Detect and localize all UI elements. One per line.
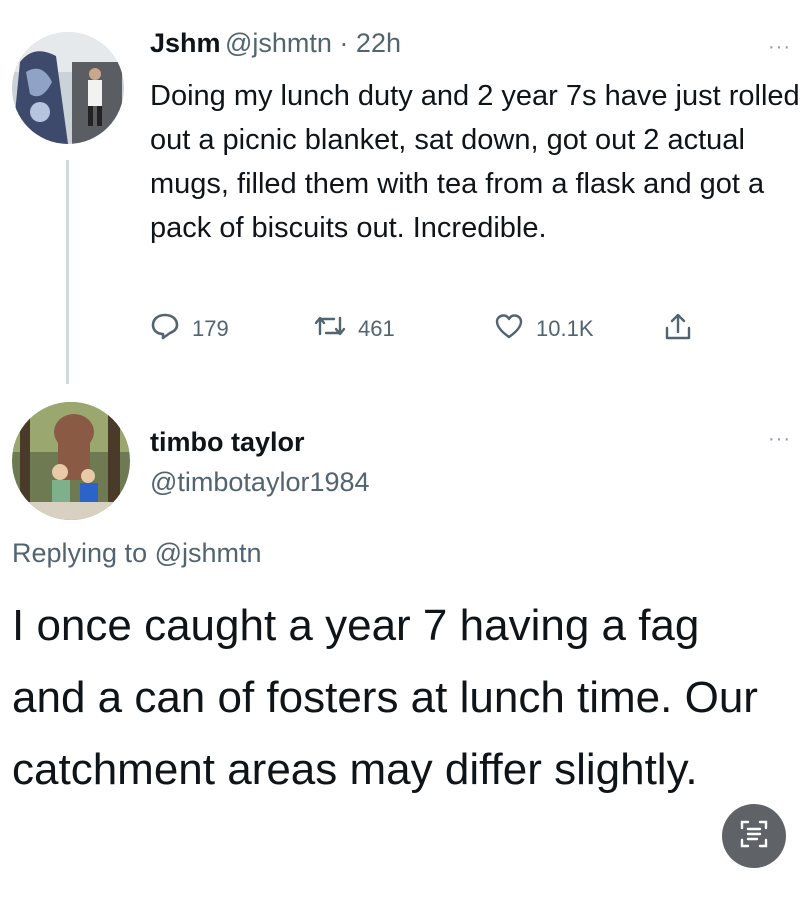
retweet-icon: [314, 312, 346, 346]
reply-author: timbo taylor @timbotaylor1984: [150, 422, 370, 502]
author-name[interactable]: Jshm: [150, 28, 221, 58]
reply-author-handle[interactable]: @timbotaylor1984: [150, 462, 370, 502]
replying-to-handle[interactable]: @jshmtn: [155, 538, 262, 568]
like-count: 10.1K: [536, 316, 594, 341]
avatar-jshm[interactable]: [12, 32, 124, 144]
share-button[interactable]: [662, 312, 694, 348]
reader-mode-button[interactable]: [722, 804, 786, 868]
avatar-timbo[interactable]: [12, 402, 130, 520]
replying-to: Replying to @jshmtn: [12, 538, 262, 569]
heart-icon: [494, 312, 524, 346]
replying-to-label: Replying to: [12, 538, 155, 568]
retweet-count: 461: [358, 316, 395, 341]
tweet-text: Doing my lunch duty and 2 year 7s have j…: [150, 80, 800, 244]
more-options-icon[interactable]: ···: [768, 36, 791, 59]
reply-button[interactable]: 179: [150, 312, 229, 346]
retweet-button[interactable]: 461: [314, 312, 395, 346]
tweet-actions: 179 461 10.1K: [150, 312, 710, 346]
thread-line: [66, 160, 69, 384]
author-meta[interactable]: @jshmtn · 22h: [225, 28, 401, 58]
like-button[interactable]: 10.1K: [494, 312, 594, 346]
reply-more-options-icon[interactable]: ···: [768, 428, 791, 451]
reply-count: 179: [192, 316, 229, 341]
share-icon: [662, 312, 694, 348]
reply-author-name[interactable]: timbo taylor: [150, 422, 370, 462]
tweet-header: Jshm @jshmtn · 22h: [150, 28, 401, 59]
reader-mode-icon: [736, 816, 772, 857]
reply-text: I once caught a year 7 having a fag and …: [12, 601, 758, 794]
reply-icon: [150, 312, 180, 346]
